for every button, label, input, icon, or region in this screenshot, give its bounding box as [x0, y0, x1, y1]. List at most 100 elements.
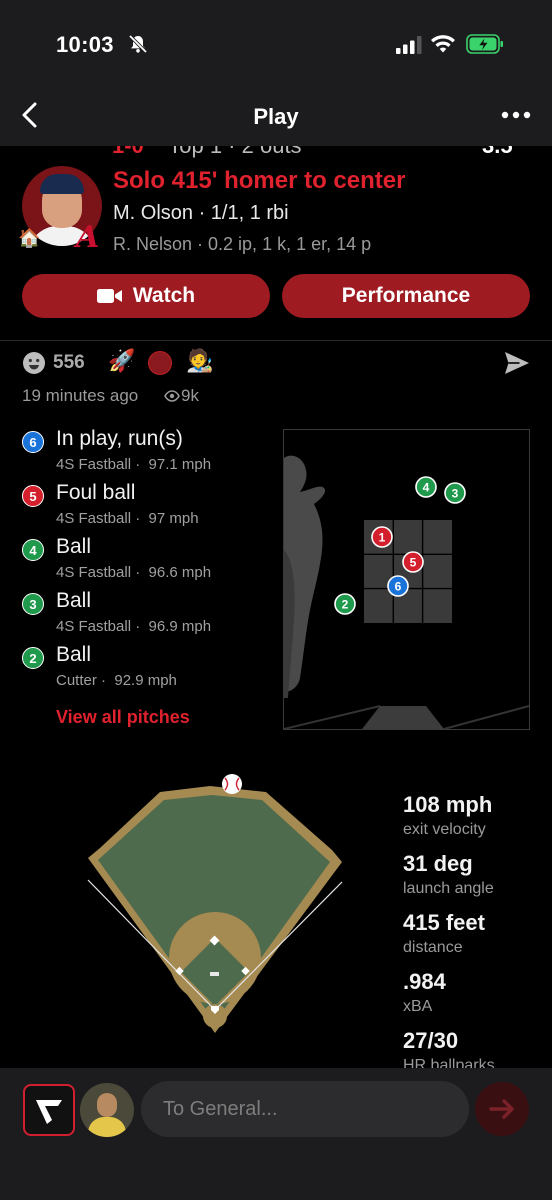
inning-outs: Top 1 · 2 outs	[168, 146, 301, 158]
pitch-speed: 97.1 mph	[148, 456, 212, 473]
stat-label: distance	[403, 939, 463, 956]
batter-line: M. Olson · 1/1, 1 rbi	[113, 202, 289, 224]
more-options-icon[interactable]	[500, 108, 532, 122]
artist-reaction-icon[interactable]: 🧑‍🎨	[186, 348, 213, 374]
stat-value: 415 feet	[403, 910, 485, 935]
battery-charging-icon	[466, 34, 503, 54]
pitch-speed: 96.6 mph	[148, 564, 212, 581]
hit-stats: 108 mph exit velocity 31 deg launch angle 41…	[400, 790, 552, 1068]
pitch-location-number: 2	[342, 598, 349, 612]
strike-zone-panel: 1 2 3 4 56	[283, 429, 530, 730]
pitch-type: 4S Fastball	[56, 510, 132, 527]
pitch-type: 4S Fastball	[56, 618, 132, 635]
pitch-row[interactable]: 5 Foul ball 4S Fastball · 97 mph	[22, 481, 272, 537]
user-avatar[interactable]	[80, 1083, 134, 1137]
message-input[interactable]	[141, 1081, 469, 1137]
stat-label: HR ballparks	[403, 1057, 495, 1068]
pitch-location-number: 4	[423, 481, 430, 495]
status-time: 10:03	[56, 32, 114, 57]
pitch-result: In play, run(s)	[56, 427, 183, 450]
stat-label: xBA	[403, 998, 433, 1015]
user-avatar-body	[88, 1117, 126, 1137]
rocket-reaction-icon[interactable]: 🚀	[108, 348, 135, 374]
pitch-detail: 4S Fastball · 96.6 mph	[56, 564, 212, 581]
pitcher-line: R. Nelson · 0.2 ip, 1 k, 1 er, 14 p	[113, 234, 372, 254]
home-team-icon: 🏠	[18, 228, 41, 248]
video-camera-icon	[96, 289, 122, 303]
pitch-location-dot-6[interactable]: 6	[387, 575, 409, 597]
red-dot-reaction-icon[interactable]	[148, 351, 172, 375]
message-composer[interactable]	[141, 1081, 469, 1137]
pitch-location-number: 5	[410, 556, 417, 570]
pitch-speed: 92.9 mph	[114, 672, 177, 689]
view-count: 9k	[181, 386, 199, 405]
arrow-right-icon	[489, 1099, 514, 1119]
pitch-detail: 4S Fastball · 97.1 mph	[56, 456, 212, 473]
pitch-detail: 4S Fastball · 96.9 mph	[56, 618, 212, 635]
pitch-location-number: 6	[395, 580, 402, 594]
home-plate	[362, 706, 444, 729]
pitchers-mound	[210, 972, 219, 976]
stat-value: .984	[403, 969, 446, 994]
pitch-result: Foul ball	[56, 481, 136, 504]
time-ago: 19 minutes ago	[22, 386, 139, 405]
pitch-number-badge: 5	[22, 485, 44, 507]
score: 1-0	[112, 146, 144, 158]
pitch-number-badge: 4	[22, 539, 44, 561]
page-title: Play	[253, 104, 299, 129]
pitch-row[interactable]: 2 Ball Cutter · 92.9 mph	[22, 643, 272, 699]
send-message-button[interactable]	[475, 1082, 529, 1136]
app-logo-icon	[36, 1100, 62, 1124]
pitch-location-dot-1[interactable]: 1	[371, 526, 393, 548]
stat-value: 108 mph	[403, 792, 493, 817]
divider	[0, 340, 552, 341]
pitch-number-badge: 3	[22, 593, 44, 615]
pitch-type: 4S Fastball	[56, 456, 132, 473]
eye-icon	[164, 390, 180, 402]
score-line-clipped: 1-0 Top 1 · 2 outs 3.5	[0, 146, 552, 160]
bell-off-icon	[128, 34, 148, 54]
score-line-right: 3.5	[482, 146, 513, 159]
avatar-cap	[40, 174, 84, 194]
pitch-location-number: 3	[452, 487, 459, 501]
pitch-number-badge: 6	[22, 431, 44, 453]
stat-value: 31 deg	[403, 851, 473, 876]
pitch-location-number: 1	[379, 531, 386, 545]
strike-zone-graphic: 1 2 3 4 56	[283, 455, 530, 730]
pitch-detail: Cutter · 92.9 mph	[56, 672, 177, 689]
pitch-result: Ball	[56, 535, 92, 558]
performance-label: Performance	[341, 284, 471, 307]
pitch-result: Ball	[56, 589, 92, 612]
pitch-location-dot-2[interactable]: 2	[334, 593, 356, 615]
watch-label: Watch	[132, 284, 196, 307]
pitch-row[interactable]: 6 In play, run(s) 4S Fastball · 97.1 mph	[22, 427, 272, 483]
performance-button[interactable]: Performance	[282, 274, 530, 318]
pitch-speed: 97 mph	[148, 510, 199, 527]
watch-button[interactable]: Watch	[22, 274, 270, 318]
share-send-icon[interactable]	[503, 350, 531, 376]
wifi-icon	[431, 35, 455, 53]
signal-icon	[396, 36, 422, 54]
batter-silhouette	[284, 455, 326, 698]
stat-label: exit velocity	[403, 821, 486, 838]
pitch-location-dot-3[interactable]: 3	[444, 482, 466, 504]
user-avatar-head	[97, 1093, 117, 1117]
pitch-type: 4S Fastball	[56, 564, 132, 581]
baseball-landing-icon	[222, 774, 242, 794]
pitch-speed: 96.9 mph	[148, 618, 212, 635]
pitch-row[interactable]: 4 Ball 4S Fastball · 96.6 mph	[22, 535, 272, 591]
smiley-reaction-icon[interactable]	[22, 351, 46, 375]
pitch-number-badge: 2	[22, 647, 44, 669]
spray-chart	[87, 774, 343, 1033]
pitch-location-dot-5[interactable]: 5	[402, 551, 424, 573]
stat-value: 27/30	[403, 1028, 459, 1053]
view-all-pitches-link[interactable]: View all pitches	[56, 707, 190, 728]
reaction-count: 556	[53, 352, 85, 373]
pitch-location-dot-4[interactable]: 4	[415, 476, 437, 498]
pitch-detail: 4S Fastball · 97 mph	[56, 510, 199, 527]
pitch-row[interactable]: 3 Ball 4S Fastball · 96.9 mph	[22, 589, 272, 645]
team-logo: A	[76, 220, 100, 255]
stat-label: launch angle	[403, 880, 494, 897]
app-logo-button[interactable]	[23, 1084, 75, 1136]
play-headline: Solo 415' homer to center	[113, 167, 406, 194]
